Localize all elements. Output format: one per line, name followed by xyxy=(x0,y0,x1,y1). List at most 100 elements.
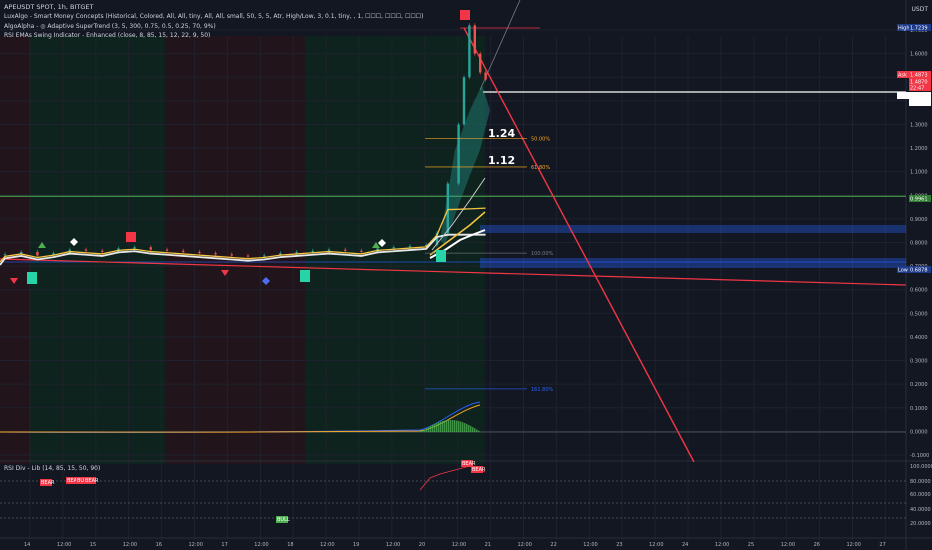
indicator-histogram-bar xyxy=(430,426,432,432)
price-axis-tick: 0.0000 xyxy=(910,429,928,435)
indicator-histogram-bar xyxy=(446,420,448,432)
fib-level-label: 100.00% xyxy=(531,251,553,257)
time-axis-tick: 22 xyxy=(550,542,556,548)
rsi-div-tag-label: BEAR xyxy=(85,478,99,484)
indicator-histogram-bar xyxy=(422,430,424,432)
price-tag-label: High xyxy=(898,26,910,32)
indicator-histogram-bar xyxy=(474,428,476,432)
candle xyxy=(263,255,266,257)
candle xyxy=(295,251,298,254)
price-axis-tick: 0.1000 xyxy=(910,406,928,412)
price-axis-tick: 0.2000 xyxy=(910,382,928,388)
indicator-histogram-bar xyxy=(450,420,452,432)
indicator-histogram-bar xyxy=(464,423,466,432)
candle xyxy=(446,183,449,234)
time-axis-tick: 12:00 xyxy=(781,542,795,548)
candle xyxy=(165,249,169,251)
indicator-histogram-bar xyxy=(458,421,460,432)
candle xyxy=(360,250,363,252)
candle xyxy=(479,53,482,73)
order-block xyxy=(480,258,906,268)
price-axis-tick: 0.3000 xyxy=(910,359,928,365)
indicator-histogram-bar xyxy=(424,429,426,432)
time-axis-tick: 12:00 xyxy=(583,542,597,548)
indicator-histogram-bar xyxy=(436,423,438,432)
time-axis-tick: 26 xyxy=(814,542,820,548)
time-axis-tick: 24 xyxy=(682,542,688,548)
time-axis-tick: 20 xyxy=(419,542,425,548)
price-axis-tick: 0.8000 xyxy=(910,241,928,247)
time-axis-tick: 25 xyxy=(748,542,754,548)
time-axis-tick: 27 xyxy=(879,542,885,548)
rsi-div-tag-label: BULL xyxy=(277,517,290,523)
candle xyxy=(327,249,331,251)
indicator-legend-supertrend[interactable]: AlgoAlpha - ◎ Adaptive SuperTrend (3, 5,… xyxy=(4,23,216,31)
currency-label: USDT xyxy=(911,6,929,13)
candle xyxy=(462,77,466,125)
indicator-histogram-bar xyxy=(432,424,434,432)
candle xyxy=(182,250,185,252)
bear-zone xyxy=(165,36,305,464)
price-label-1-12: 1.12 xyxy=(488,154,515,167)
candle xyxy=(408,246,412,248)
candle xyxy=(36,251,39,256)
time-axis-tick: 12:00 xyxy=(123,542,137,548)
candle xyxy=(468,25,471,78)
time-axis-tick: 12:00 xyxy=(386,542,400,548)
bear-zone xyxy=(0,36,30,464)
buy-signal-marker xyxy=(27,272,37,284)
rsi-axis-tick: 80.0000 xyxy=(910,479,931,485)
price-axis-tick: 0.4000 xyxy=(910,335,928,341)
candle xyxy=(484,72,487,80)
time-axis-tick: 12:00 xyxy=(847,542,861,548)
time-axis-tick: 17 xyxy=(221,542,227,548)
candle xyxy=(3,254,7,256)
indicator-histogram-bar xyxy=(438,422,440,432)
price-axis-tick: -0.1000 xyxy=(910,453,929,459)
indicator-legend-rsi-div[interactable]: RSI Div - Lib (14, 85, 15, 50, 90) xyxy=(4,465,100,473)
indicator-histogram-bar xyxy=(476,429,478,432)
candle xyxy=(133,247,136,249)
bull-zone xyxy=(30,36,165,464)
time-axis-tick: 18 xyxy=(287,542,293,548)
price-tag: 1.4861 xyxy=(910,94,928,100)
chart-canvas[interactable]: 50.00% 61.80% 100.00% 161.80% 1.24 1.12 BEAR BE… xyxy=(0,0,932,550)
price-tag: 0.6878 xyxy=(910,268,928,274)
indicator-histogram-bar xyxy=(448,420,450,432)
candle xyxy=(101,250,104,252)
price-tag: 0.9961 xyxy=(910,197,928,203)
rsi-div-tag-label: BEAR xyxy=(41,480,55,486)
time-axis-tick: 21 xyxy=(485,542,491,548)
fib-level-label: 50.00% xyxy=(531,137,550,143)
candle xyxy=(214,253,217,255)
indicator-histogram-bar xyxy=(472,427,474,432)
indicator-histogram-bar xyxy=(442,421,444,432)
candle xyxy=(149,247,152,250)
indicator-histogram-bar xyxy=(478,430,480,432)
rsi-axis-tick: 100.0000 xyxy=(910,464,932,470)
candle xyxy=(198,251,201,254)
indicator-histogram-bar xyxy=(470,426,472,432)
indicator-legend-smc[interactable]: LuxAlgo - Smart Money Concepts (Historic… xyxy=(4,13,423,21)
time-axis-tick: 14 xyxy=(24,542,30,548)
price-tag: 1.4873 xyxy=(910,73,928,79)
indicator-histogram-bar xyxy=(468,424,470,432)
time-axis-tick: 12:00 xyxy=(649,542,663,548)
candle xyxy=(246,255,250,257)
price-axis-tick: 1.1000 xyxy=(910,170,928,176)
time-axis-tick: 12:00 xyxy=(320,542,334,548)
candle xyxy=(344,249,347,251)
indicator-legend-rsi-emas[interactable]: RSI EMAs Swing Indicator - Enhanced (clo… xyxy=(4,32,210,40)
fib-level-label: 161.80% xyxy=(531,387,553,393)
symbol-legend[interactable]: APEUSDT SPOT, 1h, BITGET xyxy=(4,3,94,11)
indicator-histogram-bar xyxy=(460,421,462,432)
time-axis-tick: 16 xyxy=(156,542,162,548)
sell-signal-marker xyxy=(460,10,470,20)
time-axis-tick: 12:00 xyxy=(452,542,466,548)
price-axis-tick: 0.6000 xyxy=(910,288,928,294)
price-axis-tick: 1.2000 xyxy=(910,146,928,152)
rsi-axis-tick: 20.0000 xyxy=(910,521,931,527)
indicator-histogram-bar xyxy=(428,427,430,432)
indicator-histogram-bar xyxy=(426,428,428,432)
indicator-histogram-bar xyxy=(456,420,458,432)
